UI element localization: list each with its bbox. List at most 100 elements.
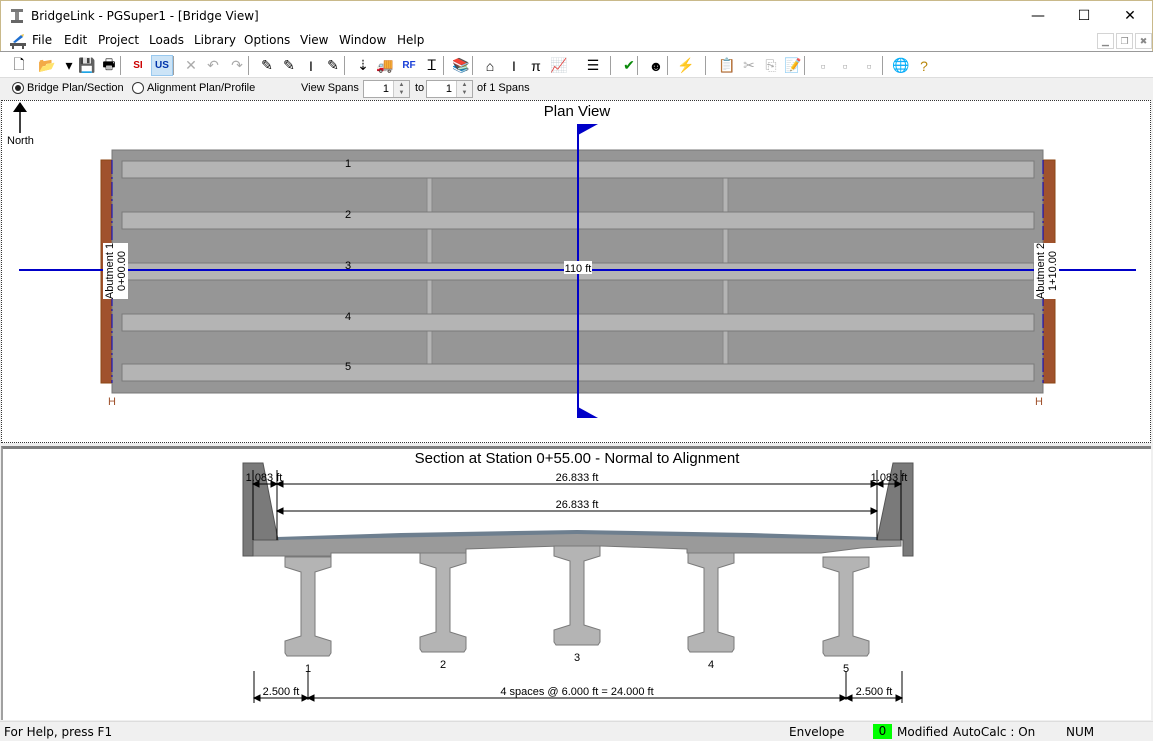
span-length-label: 110 ft — [565, 263, 592, 275]
menu-help[interactable]: Help — [397, 33, 424, 47]
help-button[interactable]: ? — [913, 55, 935, 76]
roadway-width-bottom-label: 26.833 ft — [556, 499, 599, 511]
minimize-button[interactable]: — — [1015, 1, 1061, 31]
section-girder-label: 2 — [440, 659, 446, 671]
abutment-2-station: 1+10.00 — [1047, 251, 1059, 291]
section-girder-label: 3 — [574, 652, 580, 664]
new-document-icon: 🗋 — [13, 55, 25, 72]
maximize-button[interactable]: ☐ — [1061, 1, 1107, 31]
section-view-title: Section at Station 0+55.00 - Normal to A… — [415, 450, 741, 467]
cut-button[interactable]: ✂ — [738, 55, 760, 76]
graph-button[interactable]: 📈 — [548, 55, 570, 76]
mdi-restore-icon: ❐ — [1120, 35, 1129, 46]
mdi-close-icon: ✖ — [1139, 35, 1148, 46]
toolbar-separator — [248, 56, 249, 75]
section-girder-label: 4 — [708, 659, 714, 671]
section-girder-3[interactable] — [553, 545, 601, 646]
layout-1-button[interactable]: ▫ — [812, 55, 834, 76]
girder-design-icon: Ꮖ — [427, 57, 437, 73]
open-folder-button[interactable]: 📂 — [36, 55, 58, 76]
radio-label: Alignment Plan/Profile — [147, 82, 256, 94]
toolbar-separator — [173, 56, 174, 75]
of-spans-label: of 1 Spans — [477, 82, 530, 94]
section-girder-5[interactable] — [822, 556, 870, 657]
status-mode: Envelope — [789, 725, 845, 739]
span-to-spinner[interactable]: 1 ▲ ▼ — [426, 80, 473, 98]
girder-design-button[interactable]: Ꮖ — [421, 55, 443, 76]
report-icon: ☰ — [586, 57, 600, 73]
layout-2-icon: ▫ — [842, 57, 848, 74]
toolbar-separator — [120, 56, 121, 75]
bearing-marker-1: H — [108, 396, 116, 408]
edit-alignment-icon: ✎ — [261, 57, 273, 73]
menu-options[interactable]: Options — [244, 33, 290, 47]
mdi-minimize-icon: ▁ — [1102, 35, 1109, 46]
section-girder-4[interactable] — [687, 552, 735, 653]
maximize-icon: ☐ — [1077, 8, 1091, 24]
section-cut-flag-top-icon[interactable] — [578, 124, 598, 135]
live-load-truck-button[interactable]: 🚚 — [374, 55, 396, 76]
layout-2-button[interactable]: ▫ — [834, 55, 856, 76]
menu-view[interactable]: View — [300, 33, 328, 47]
status-modified: Modified — [897, 725, 949, 739]
spin-arrows-icon[interactable]: ▲ ▼ — [393, 81, 409, 97]
menu-project[interactable]: Project — [98, 33, 139, 47]
redo-button[interactable]: ↷ — [226, 55, 248, 76]
edit-deck-button[interactable]: ✎ — [278, 55, 300, 76]
toolbar-separator — [804, 56, 805, 75]
deck-section-button[interactable]: ⌂ — [479, 55, 501, 76]
plan-view-pane[interactable]: North Plan View 12345 110 ft Abutment 1 … — [1, 100, 1151, 443]
globe-button[interactable]: 🌐 — [890, 55, 912, 76]
cut-icon: ✂ — [743, 57, 755, 73]
document-system-menu-icon[interactable] — [9, 33, 27, 49]
radio-bridge-plan-section[interactable]: Bridge Plan/Section — [12, 82, 124, 94]
section-girder-1[interactable] — [284, 556, 332, 657]
edit-girder-button[interactable]: I — [300, 55, 322, 76]
mdi-restore-button[interactable]: ❐ — [1116, 33, 1133, 49]
span-from-spinner[interactable]: 1 ▲ ▼ — [363, 80, 410, 98]
new-document-button[interactable]: 🗋 — [8, 55, 30, 76]
app-girder-icon — [11, 9, 23, 23]
mdi-minimize-button[interactable]: ▁ — [1097, 33, 1114, 49]
delete-button[interactable]: ✕ — [180, 55, 202, 76]
section-cut-flag-bottom-icon[interactable] — [578, 407, 598, 418]
menu-file[interactable]: File — [32, 33, 52, 47]
edit-pier-icon: ✎ — [327, 57, 339, 73]
pier-section-button[interactable]: π — [525, 55, 547, 76]
engineer-button[interactable]: ☻ — [645, 55, 667, 76]
report-button[interactable]: ☰ — [582, 55, 604, 76]
copy-button[interactable]: ⎘ — [760, 55, 782, 76]
lightning-button[interactable]: ⚡ — [675, 55, 697, 76]
north-arrow-icon — [13, 102, 27, 133]
undo-button[interactable]: ↶ — [202, 55, 224, 76]
section-girder-2[interactable] — [419, 552, 467, 653]
toolbar-separator — [667, 56, 668, 75]
close-button[interactable]: ✕ — [1107, 1, 1153, 31]
menu-edit[interactable]: Edit — [64, 33, 87, 47]
us-units-button[interactable]: US — [151, 55, 173, 76]
edit-loads-button[interactable]: ⇣ — [352, 55, 374, 76]
print-icon: 🖶 — [102, 55, 116, 72]
paste-special-button[interactable]: 📋 — [716, 55, 738, 76]
edit-note-button[interactable]: 📝 — [782, 55, 804, 76]
save-button[interactable]: 💾 — [76, 55, 98, 76]
section-view-pane[interactable]: Section at Station 0+55.00 - Normal to A… — [1, 446, 1151, 720]
edit-alignment-button[interactable]: ✎ — [256, 55, 278, 76]
menu-loads[interactable]: Loads — [149, 33, 184, 47]
rating-factor-button[interactable]: RF — [398, 55, 420, 76]
help-icon: ? — [920, 57, 928, 74]
si-units-button[interactable]: SI — [127, 55, 149, 76]
layout-3-button[interactable]: ▫ — [858, 55, 880, 76]
menu-library[interactable]: Library — [194, 33, 236, 47]
radio-alignment-plan-profile[interactable]: Alignment Plan/Profile — [132, 82, 255, 94]
edit-pier-button[interactable]: ✎ — [322, 55, 344, 76]
abutment-1-name: Abutment 1 — [104, 243, 116, 299]
girder-section-button[interactable]: I — [503, 55, 525, 76]
radio-dot — [12, 82, 24, 94]
library-books-button[interactable]: 📚 — [450, 55, 472, 76]
menu-window[interactable]: Window — [339, 33, 386, 47]
redo-icon: ↷ — [231, 57, 243, 73]
print-button[interactable]: 🖶 — [98, 55, 120, 76]
spin-arrows-icon[interactable]: ▲ ▼ — [456, 81, 472, 97]
mdi-close-button[interactable]: ✖ — [1135, 33, 1152, 49]
